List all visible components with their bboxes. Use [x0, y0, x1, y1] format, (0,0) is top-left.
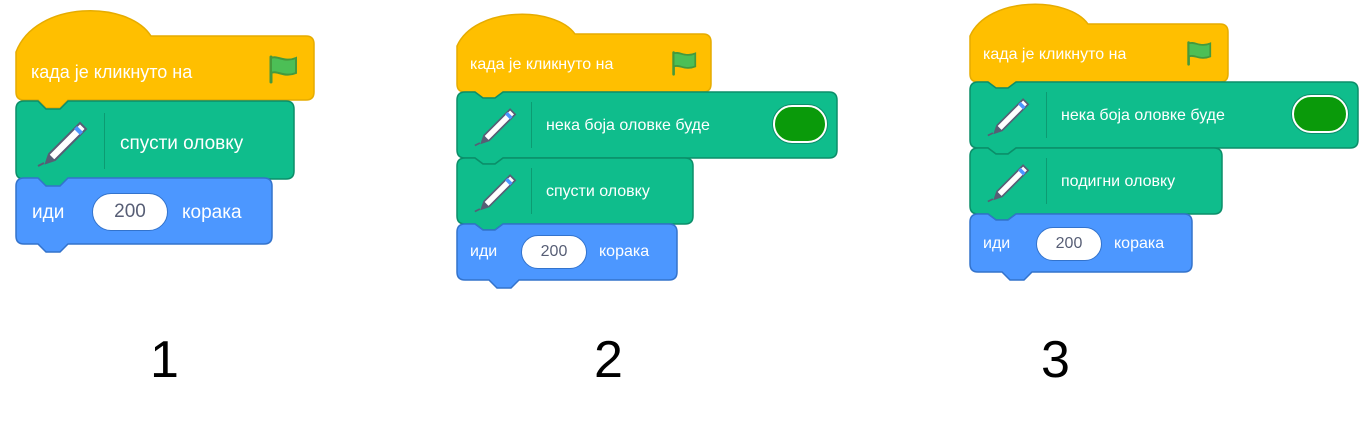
set-pen-color-block[interactable]: нека боја оловке буде	[456, 91, 841, 165]
pen-color-block-text: нека боја оловке буде	[546, 117, 710, 134]
script-number-label: 1	[150, 331, 179, 389]
when-flag-clicked-block[interactable]: када је кликнуто на	[969, 3, 1234, 89]
hat-block-text: када је кликнуто на	[983, 46, 1127, 63]
move-steps-block[interactable]: иди 200 корака	[969, 213, 1198, 282]
flag-icon[interactable]	[1184, 40, 1214, 66]
block-separator	[531, 168, 532, 214]
move-prefix-text: иди	[32, 202, 65, 223]
move-steps-block[interactable]: иди 200 корака	[456, 223, 681, 290]
pen-up-block[interactable]: подигни оловку	[969, 147, 1226, 221]
pen-block-text: подигни оловку	[1061, 173, 1176, 190]
pen-color-swatch[interactable]	[773, 105, 827, 143]
flag-icon[interactable]	[669, 50, 699, 76]
pen-block-text: спусти оловку	[120, 133, 244, 154]
block-separator	[531, 102, 532, 148]
move-prefix-text: иди	[470, 243, 498, 260]
when-flag-clicked-block[interactable]: када је кликнуто на	[15, 10, 316, 109]
pen-color-block-text: нека боја оловке буде	[1061, 107, 1225, 124]
move-suffix-text: корака	[1114, 235, 1165, 252]
pen-down-block[interactable]: спусти оловку	[15, 100, 296, 188]
steps-input[interactable]: 200	[521, 235, 587, 269]
hat-block-text: када је кликнуто на	[470, 56, 614, 73]
steps-input[interactable]: 200	[92, 193, 168, 231]
pen-icon	[987, 164, 1030, 203]
when-flag-clicked-block[interactable]: када је кликнуто на	[456, 13, 717, 99]
pen-icon	[37, 121, 88, 167]
pen-down-block[interactable]: спусти оловку	[456, 157, 697, 231]
pen-block-text: спусти оловку	[546, 183, 650, 200]
steps-input[interactable]: 200	[1036, 227, 1102, 261]
block-separator	[1046, 158, 1047, 204]
script-number-label: 2	[594, 331, 623, 389]
move-suffix-text: корака	[599, 243, 650, 260]
pen-icon	[474, 174, 517, 213]
move-steps-block[interactable]: иди 200 корака	[15, 177, 276, 253]
pen-icon	[474, 108, 517, 147]
set-pen-color-block[interactable]: нека боја оловке буде	[969, 81, 1362, 155]
flag-icon[interactable]	[266, 54, 300, 84]
block-separator	[104, 113, 105, 169]
block-separator	[1046, 92, 1047, 138]
pen-icon	[987, 98, 1030, 137]
pen-color-swatch[interactable]	[1292, 95, 1348, 133]
hat-block-text: када је кликнуто на	[31, 62, 193, 82]
move-prefix-text: иди	[983, 235, 1011, 252]
script-number-label: 3	[1041, 331, 1070, 389]
move-suffix-text: корака	[182, 202, 242, 223]
